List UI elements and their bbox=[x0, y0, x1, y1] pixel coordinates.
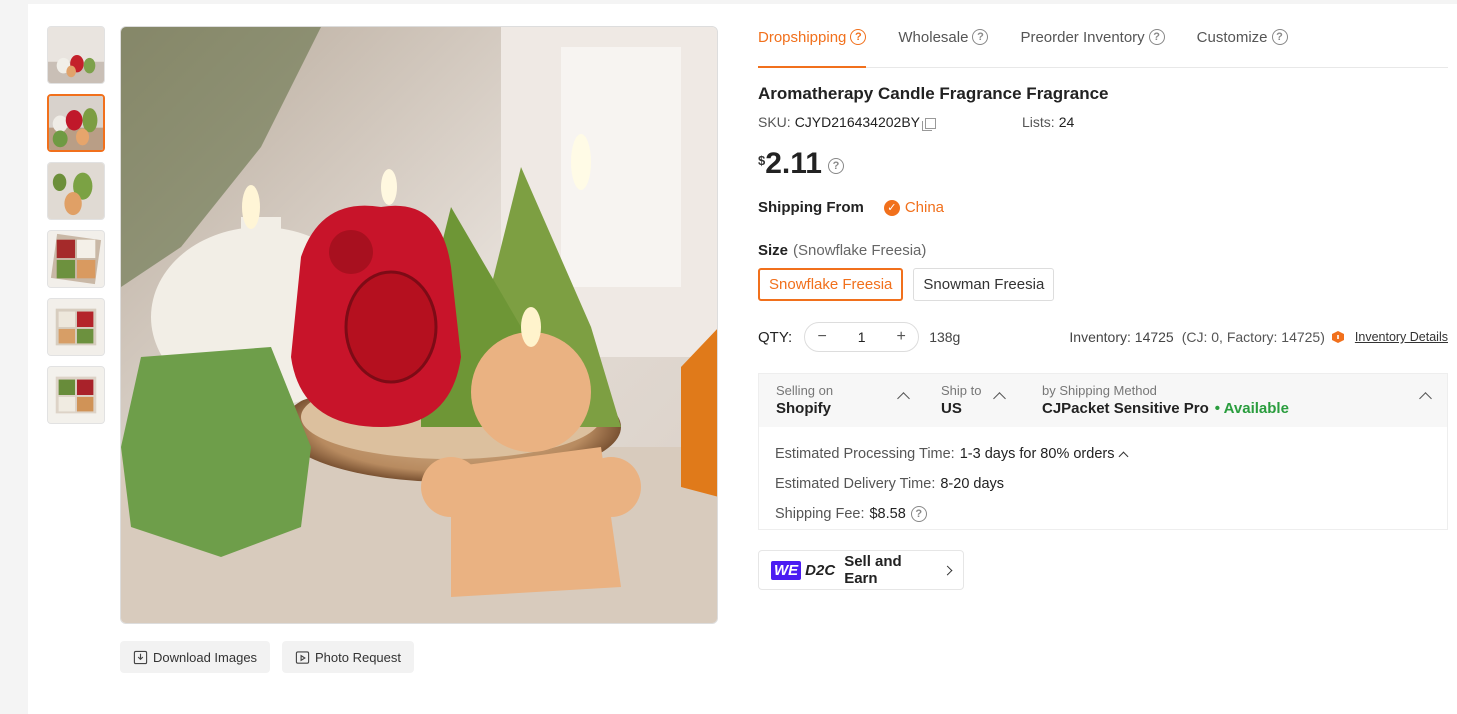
quantity-row: QTY: − + 138g Inventory: 14725 (CJ: 0, F… bbox=[758, 321, 1448, 353]
shipping-fee-row: Shipping Fee: $8.58 ? bbox=[775, 499, 1431, 529]
size-label: Size bbox=[758, 242, 789, 259]
shipping-header: Selling on Shopify Ship to US by Shippin… bbox=[759, 374, 1447, 427]
decrement-button[interactable]: − bbox=[815, 328, 829, 346]
tab-label: Customize bbox=[1196, 29, 1268, 46]
shipping-method-label: by Shipping Method bbox=[1042, 383, 1157, 398]
question-circle-icon[interactable]: ? bbox=[827, 158, 844, 174]
availability-status: • Available bbox=[1214, 400, 1289, 417]
shipping-fee-label: Shipping Fee: bbox=[775, 506, 865, 522]
box-icon bbox=[1331, 331, 1344, 343]
shipping-method-select[interactable]: by Shipping Method CJPacket Sensitive Pr… bbox=[1025, 374, 1447, 427]
chevron-right-icon bbox=[942, 565, 953, 575]
ship-to-label: Ship to bbox=[941, 383, 982, 398]
tab-wholesale[interactable]: Wholesale ? bbox=[898, 16, 989, 68]
shipping-method-value: CJPacket Sensitive Pro bbox=[1042, 400, 1209, 417]
sku-value: CJYD216434202BY bbox=[794, 114, 920, 130]
price: $ 2.11 ? bbox=[758, 147, 844, 181]
thumbnail-list bbox=[47, 26, 107, 434]
delivery-time-value: 8-20 days bbox=[940, 476, 1005, 492]
tab-preorder-inventory[interactable]: Preorder Inventory ? bbox=[1020, 16, 1165, 68]
thumbnail-2[interactable] bbox=[47, 94, 105, 152]
quantity-input[interactable] bbox=[841, 329, 882, 345]
question-circle-icon[interactable]: ? bbox=[910, 506, 927, 522]
question-circle-icon[interactable]: ? bbox=[972, 29, 989, 45]
quantity-stepper: − + bbox=[804, 322, 920, 352]
processing-time-label: Estimated Processing Time: bbox=[775, 446, 955, 462]
size-selected: (Snowflake Freesia) bbox=[793, 242, 927, 259]
purchase-mode-tabs: Dropshipping ? Wholesale ? Preorder Inve… bbox=[758, 16, 1448, 68]
thumbnail-4[interactable] bbox=[47, 230, 105, 288]
shipping-method-row: CJPacket Sensitive Pro • Available bbox=[1042, 400, 1447, 417]
question-circle-icon[interactable]: ? bbox=[1148, 29, 1165, 45]
sell-and-earn-label: Sell and Earn bbox=[844, 553, 902, 587]
sell-and-earn-button[interactable]: WE D2C Sell and Earn bbox=[758, 550, 964, 590]
size-option-snowflake-freesia[interactable]: Snowflake Freesia bbox=[758, 268, 904, 301]
tab-label: Wholesale bbox=[898, 29, 969, 46]
ship-to-select[interactable]: Ship to US bbox=[925, 374, 1025, 427]
processing-time-value: 1-3 days for 80% orders bbox=[959, 446, 1115, 462]
lists-value: 24 bbox=[1058, 114, 1075, 130]
shipping-from-label: Shipping From bbox=[758, 199, 864, 216]
shipping-from-country[interactable]: China bbox=[905, 199, 944, 216]
question-circle-icon[interactable]: ? bbox=[1271, 29, 1288, 45]
tab-label: Dropshipping bbox=[758, 29, 847, 46]
thumbnail-5[interactable] bbox=[47, 298, 105, 356]
product-title: Aromatherapy Candle Fragrance Fragrance bbox=[758, 84, 1109, 103]
main-product-image[interactable] bbox=[120, 26, 718, 624]
product-weight: 138g bbox=[929, 329, 961, 345]
increment-button[interactable]: + bbox=[894, 328, 908, 346]
check-circle-icon: ✓ bbox=[883, 199, 900, 216]
copy-icon[interactable] bbox=[922, 118, 936, 131]
photo-frame-icon bbox=[295, 650, 310, 664]
lists-label: Lists: bbox=[1022, 114, 1055, 130]
shipping-box: Selling on Shopify Ship to US by Shippin… bbox=[758, 373, 1448, 530]
tab-customize[interactable]: Customize ? bbox=[1197, 16, 1288, 68]
download-images-label: Download Images bbox=[153, 649, 258, 665]
delivery-time-row: Estimated Delivery Time: 8-20 days bbox=[775, 469, 1431, 499]
d2c-logo: D2C bbox=[805, 561, 836, 579]
inventory-total: Inventory: 14725 bbox=[1069, 329, 1174, 345]
delivery-time-label: Estimated Delivery Time: bbox=[775, 476, 936, 492]
shipping-details: Estimated Processing Time: 1-3 days for … bbox=[759, 427, 1447, 541]
inventory-details-link[interactable]: Inventory Details bbox=[1355, 330, 1448, 344]
download-images-button[interactable]: Download Images bbox=[120, 641, 271, 673]
inventory-breakdown: (CJ: 0, Factory: 14725) bbox=[1181, 329, 1325, 345]
qty-label: QTY: bbox=[758, 328, 793, 346]
price-currency: $ bbox=[758, 153, 766, 168]
tab-dropshipping[interactable]: Dropshipping ? bbox=[758, 16, 867, 68]
tab-label: Preorder Inventory bbox=[1020, 29, 1145, 46]
download-image-icon bbox=[133, 650, 148, 664]
ship-to-value: US bbox=[941, 400, 962, 417]
chevron-up-icon[interactable] bbox=[1119, 451, 1129, 461]
inventory-info: Inventory: 14725 (CJ: 0, Factory: 14725)… bbox=[1069, 329, 1448, 345]
shipping-fee-value: $8.58 bbox=[869, 506, 906, 522]
sku-row: SKU: CJYD216434202BY Lists: 24 bbox=[758, 114, 1075, 131]
shipping-from: Shipping From ✓ China bbox=[758, 199, 944, 216]
thumbnail-1[interactable] bbox=[47, 26, 105, 84]
photo-request-button[interactable]: Photo Request bbox=[282, 641, 415, 673]
product-panel: Download Images Photo Request Dropshippi… bbox=[28, 4, 1457, 714]
question-circle-icon[interactable]: ? bbox=[850, 29, 867, 45]
price-amount: 2.11 bbox=[765, 147, 822, 180]
size-option-snowman-freesia[interactable]: Snowman Freesia bbox=[913, 268, 1055, 301]
size-label-row: Size (Snowflake Freesia) bbox=[758, 242, 926, 259]
thumbnail-6[interactable] bbox=[47, 366, 105, 424]
we-logo: WE bbox=[771, 560, 802, 580]
size-options: Snowflake Freesia Snowman Freesia bbox=[758, 268, 1055, 301]
selling-on-select[interactable]: Selling on Shopify bbox=[759, 374, 925, 427]
sku-label: SKU: bbox=[758, 114, 791, 130]
processing-time-row: Estimated Processing Time: 1-3 days for … bbox=[775, 439, 1431, 469]
photo-request-label: Photo Request bbox=[315, 649, 402, 665]
thumbnail-3[interactable] bbox=[47, 162, 105, 220]
